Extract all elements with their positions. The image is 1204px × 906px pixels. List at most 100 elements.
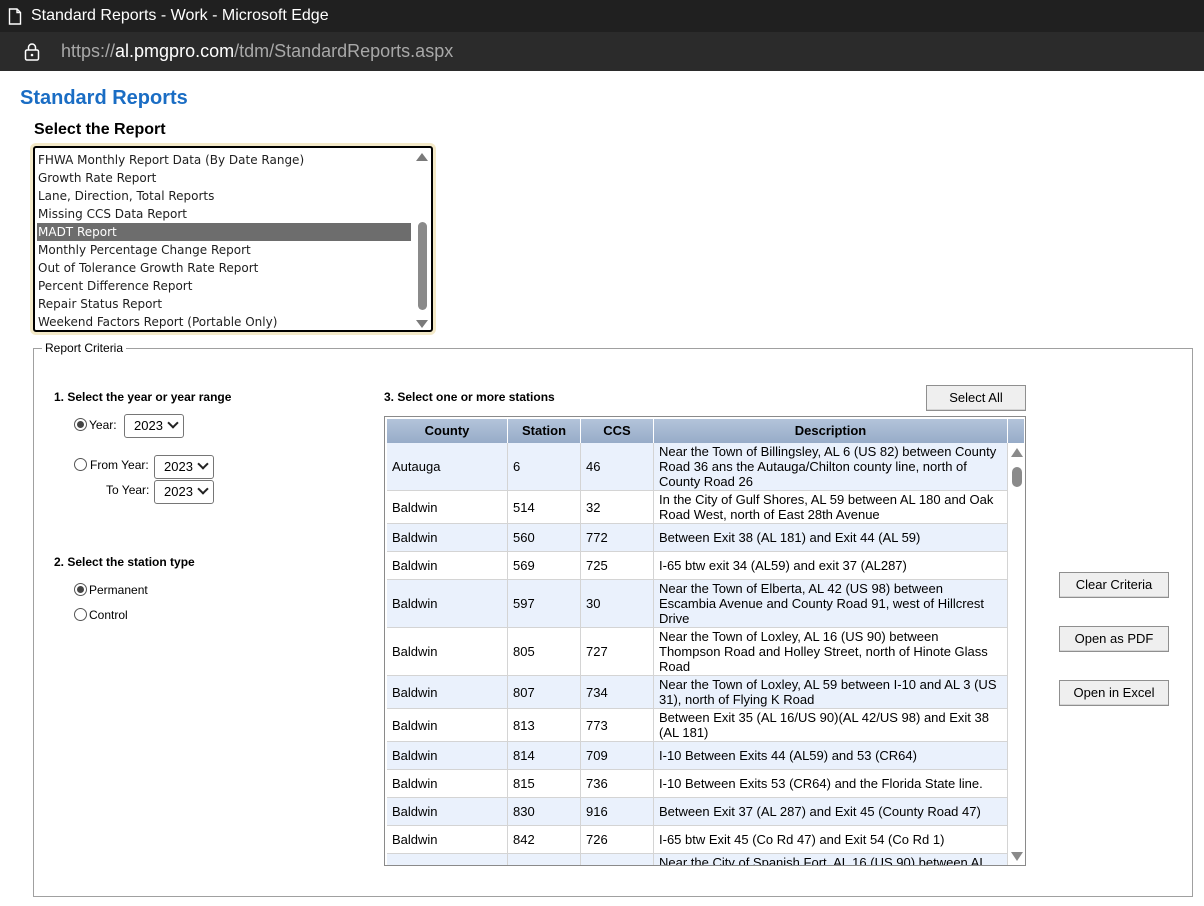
cell-station — [508, 854, 581, 865]
table-row[interactable]: Near the City of Spanish Fort, AL 16 (US… — [387, 854, 1008, 865]
clear-criteria-button[interactable]: Clear Criteria — [1059, 572, 1169, 598]
column-header-description[interactable]: Description — [654, 419, 1008, 443]
cell-county: Baldwin — [387, 524, 508, 551]
table-row[interactable]: Baldwin 830 916 Between Exit 37 (AL 287)… — [387, 798, 1008, 826]
column-header-county[interactable]: County — [387, 419, 508, 443]
to-year-label: To Year: — [106, 483, 150, 497]
table-row[interactable]: Baldwin 842 726 I-65 btw Exit 45 (Co Rd … — [387, 826, 1008, 854]
year-radio[interactable] — [74, 418, 87, 431]
cell-ccs: 736 — [581, 770, 654, 797]
cell-station: 805 — [508, 628, 581, 675]
table-row[interactable]: Baldwin 813 773 Between Exit 35 (AL 16/U… — [387, 709, 1008, 742]
cell-county: Baldwin — [387, 742, 508, 769]
report-listbox[interactable]: FHWA Monthly Report Data (By Date Range)… — [33, 146, 433, 332]
report-option[interactable]: Growth Rate Report — [37, 169, 411, 187]
select-report-heading: Select the Report — [34, 121, 166, 138]
report-option[interactable]: Monthly Percentage Change Report — [37, 241, 411, 259]
lock-icon[interactable] — [24, 42, 40, 61]
cell-county: Baldwin — [387, 770, 508, 797]
cell-county: Baldwin — [387, 798, 508, 825]
year-label: Year: — [89, 418, 117, 432]
chevron-down-icon — [197, 483, 209, 495]
url-path: /tdm/StandardReports.aspx — [234, 41, 454, 61]
scroll-up-icon[interactable] — [1011, 448, 1023, 457]
from-year-select[interactable]: 2023 — [154, 455, 214, 479]
year-select[interactable]: 2023 — [124, 414, 184, 438]
report-option[interactable]: Repair Status Report — [37, 295, 411, 313]
table-row[interactable]: Baldwin 514 32 In the City of Gulf Shore… — [387, 491, 1008, 524]
cell-county: Baldwin — [387, 491, 508, 523]
cell-county: Baldwin — [387, 628, 508, 675]
scrollbar-thumb[interactable] — [418, 222, 427, 310]
cell-ccs — [581, 854, 654, 865]
table-row[interactable]: Baldwin 815 736 I-10 Between Exits 53 (C… — [387, 770, 1008, 798]
cell-station: 6 — [508, 443, 581, 490]
cell-description: I-65 btw Exit 45 (Co Rd 47) and Exit 54 … — [654, 826, 1008, 853]
control-radio[interactable] — [74, 608, 87, 621]
table-row[interactable]: Baldwin 597 30 Near the Town of Elberta,… — [387, 580, 1008, 628]
station-type-heading: 2. Select the station type — [54, 555, 195, 569]
table-row[interactable]: Baldwin 814 709 I-10 Between Exits 44 (A… — [387, 742, 1008, 770]
cell-station: 814 — [508, 742, 581, 769]
year-section-heading: 1. Select the year or year range — [54, 390, 232, 404]
cell-county: Baldwin — [387, 580, 508, 627]
report-option[interactable]: Missing CCS Data Report — [37, 205, 411, 223]
from-year-value: 2023 — [164, 459, 193, 474]
url-host: al.pmgpro.com — [115, 41, 235, 61]
column-header-station[interactable]: Station — [508, 419, 581, 443]
cell-description: Near the Town of Billingsley, AL 6 (US 8… — [654, 443, 1008, 490]
grid-header-filler — [1008, 419, 1024, 443]
cell-ccs: 916 — [581, 798, 654, 825]
cell-description: Near the Town of Loxley, AL 59 between I… — [654, 676, 1008, 708]
cell-ccs: 725 — [581, 552, 654, 579]
chevron-down-icon — [167, 417, 179, 429]
grid-scrollbar[interactable] — [1009, 444, 1024, 865]
permanent-radio[interactable] — [74, 583, 87, 596]
report-option[interactable]: Percent Difference Report — [37, 277, 411, 295]
cell-description: Near the Town of Loxley, AL 16 (US 90) b… — [654, 628, 1008, 675]
cell-description: I-10 Between Exits 53 (CR64) and the Flo… — [654, 770, 1008, 797]
cell-description: I-65 btw exit 34 (AL59) and exit 37 (AL2… — [654, 552, 1008, 579]
report-option[interactable]: Lane, Direction, Total Reports — [37, 187, 411, 205]
report-option[interactable]: Weekend Factors Report (Portable Only) — [37, 313, 411, 330]
report-option[interactable]: FHWA Monthly Report Data (By Date Range) — [37, 151, 411, 169]
cell-station: 842 — [508, 826, 581, 853]
scroll-down-icon[interactable] — [1011, 852, 1023, 861]
cell-ccs: 727 — [581, 628, 654, 675]
browser-title-bar: Standard Reports - Work - Microsoft Edge — [0, 0, 1204, 32]
scroll-down-icon[interactable] — [416, 320, 428, 328]
page-title: Standard Reports — [20, 87, 188, 109]
table-row[interactable]: Baldwin 569 725 I-65 btw exit 34 (AL59) … — [387, 552, 1008, 580]
scroll-up-icon[interactable] — [416, 153, 428, 161]
table-row[interactable]: Autauga 6 46 Near the Town of Billingsle… — [387, 443, 1008, 491]
report-list-scrollbar[interactable] — [415, 150, 429, 328]
cell-ccs: 726 — [581, 826, 654, 853]
table-row[interactable]: Baldwin 807 734 Near the Town of Loxley,… — [387, 676, 1008, 709]
url-text[interactable]: https://al.pmgpro.com/tdm/StandardReport… — [61, 41, 453, 62]
cell-ccs: 30 — [581, 580, 654, 627]
window-title: Standard Reports - Work - Microsoft Edge — [31, 7, 329, 24]
cell-county: Baldwin — [387, 676, 508, 708]
table-row[interactable]: Baldwin 805 727 Near the Town of Loxley,… — [387, 628, 1008, 676]
cell-ccs: 46 — [581, 443, 654, 490]
year-range-radio[interactable] — [74, 458, 87, 471]
open-excel-button[interactable]: Open in Excel — [1059, 680, 1169, 706]
cell-description: In the City of Gulf Shores, AL 59 betwee… — [654, 491, 1008, 523]
cell-station: 807 — [508, 676, 581, 708]
stations-grid[interactable]: County Station CCS Description Autauga 6… — [384, 416, 1026, 866]
to-year-select[interactable]: 2023 — [154, 480, 214, 504]
table-row[interactable]: Baldwin 560 772 Between Exit 38 (AL 181)… — [387, 524, 1008, 552]
address-bar[interactable]: https://al.pmgpro.com/tdm/StandardReport… — [0, 32, 1204, 71]
cell-ccs: 772 — [581, 524, 654, 551]
report-option[interactable]: Out of Tolerance Growth Rate Report — [37, 259, 411, 277]
cell-station: 560 — [508, 524, 581, 551]
open-pdf-button[interactable]: Open as PDF — [1059, 626, 1169, 652]
cell-ccs: 709 — [581, 742, 654, 769]
column-header-ccs[interactable]: CCS — [581, 419, 654, 443]
stations-heading: 3. Select one or more stations — [384, 390, 555, 404]
cell-county: Baldwin — [387, 552, 508, 579]
report-option-selected[interactable]: MADT Report — [37, 223, 411, 241]
select-all-button[interactable]: Select All — [926, 385, 1026, 411]
control-label: Control — [89, 608, 128, 622]
scrollbar-thumb[interactable] — [1012, 467, 1022, 487]
